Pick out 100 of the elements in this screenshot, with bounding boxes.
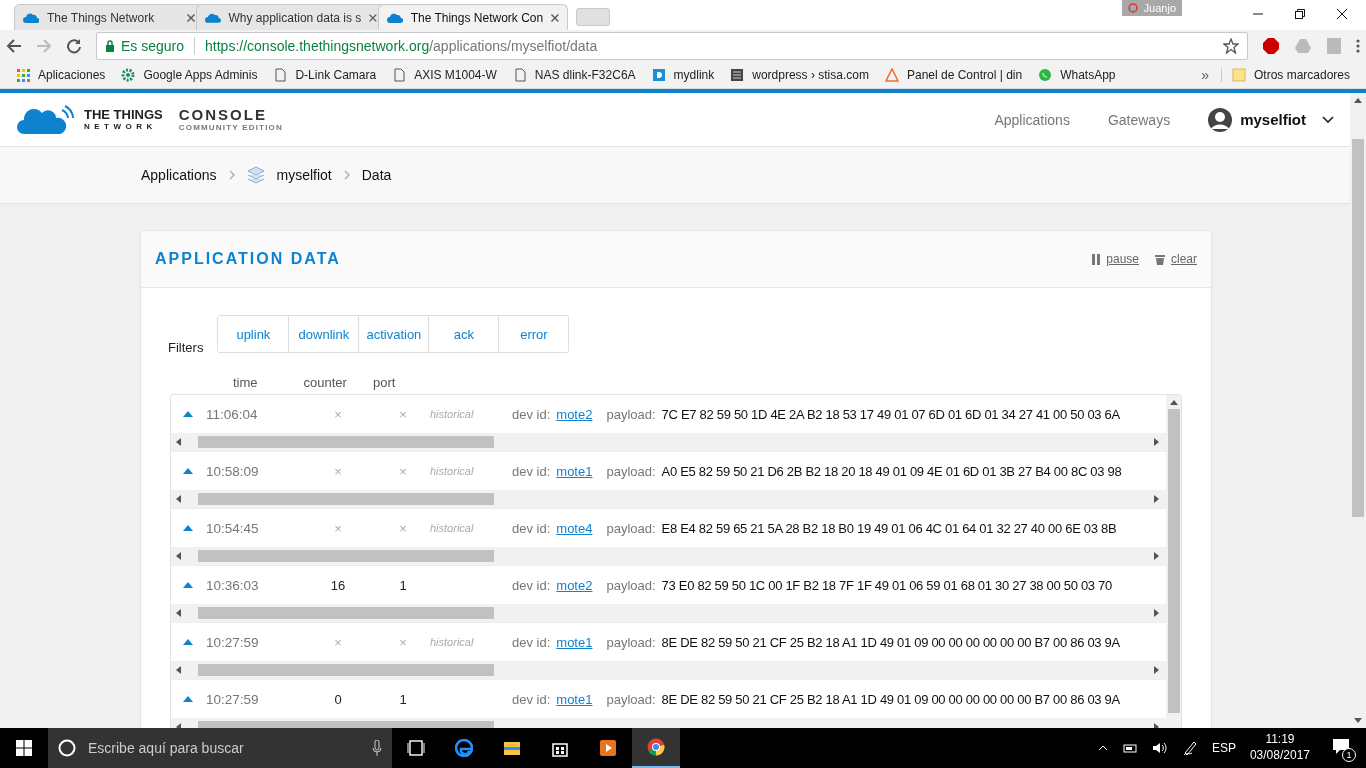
trash-icon (1155, 253, 1165, 265)
bookmark[interactable]: wordpress › stisa.com (724, 68, 875, 82)
scroll-right-icon[interactable] (1154, 495, 1159, 503)
close-icon[interactable] (1336, 8, 1348, 20)
counter-cell-text: 16 (329, 577, 347, 593)
bookmark[interactable]: AXIS M1004-W (386, 68, 503, 82)
device-link[interactable]: mote1 (556, 634, 593, 650)
scroll-left-icon[interactable] (176, 495, 181, 503)
chevron-down-icon[interactable] (1322, 115, 1334, 124)
action-link[interactable]: clear (1171, 252, 1197, 266)
windows-logo-icon[interactable] (16, 740, 32, 756)
address-bar[interactable]: Es seguro https://console.thethingsnetwork.org/applications/myselfiot/data (96, 32, 1248, 60)
speaker-icon[interactable] (1151, 742, 1168, 754)
browser-tab[interactable]: The Things Network Con (378, 4, 568, 30)
chrome-icon[interactable] (647, 738, 665, 756)
scroll-left-icon[interactable] (176, 552, 181, 560)
expand-arrow-icon[interactable] (183, 582, 193, 588)
scroll-right-icon[interactable] (1154, 666, 1159, 674)
edge-icon[interactable] (455, 739, 473, 757)
port-cell-text: × (398, 520, 408, 536)
clock[interactable]: 11:19 03/08/2017 (1249, 732, 1310, 764)
nav-link[interactable]: Gateways (1107, 111, 1171, 128)
bookmark[interactable]: D-Link Camara (267, 68, 383, 82)
bookmark[interactable]: NAS dlink-F32C6A (506, 68, 642, 82)
scroll-left-icon[interactable] (176, 609, 181, 617)
vertical-scrollbar[interactable] (1166, 395, 1181, 728)
device-link[interactable]: mote1 (556, 691, 593, 707)
historical-label: historical (430, 408, 475, 420)
filter-button[interactable]: error (498, 316, 569, 352)
battery-plug-icon[interactable] (1121, 742, 1138, 754)
bookmark[interactable]: Aplicaciones (10, 68, 112, 82)
scroll-up-icon[interactable] (1354, 98, 1362, 103)
star-icon[interactable] (1223, 38, 1239, 54)
breadcrumb-link[interactable]: Applications (141, 167, 217, 183)
port-cell-text: × (398, 406, 408, 422)
user-avatar-icon (1208, 107, 1233, 132)
folder-icon[interactable] (503, 739, 521, 757)
cloud-logo-icon (16, 103, 76, 136)
media-player-icon[interactable] (599, 739, 617, 757)
pen-icon[interactable] (1181, 740, 1198, 756)
more-bookmarks-button[interactable]: » (1193, 67, 1217, 83)
restore-icon[interactable] (1294, 8, 1306, 20)
close-icon[interactable] (187, 13, 195, 22)
horizontal-scrollbar[interactable] (171, 547, 1166, 565)
horizontal-scrollbar[interactable] (171, 490, 1166, 508)
task-view-icon[interactable] (407, 739, 425, 757)
page-icon (512, 68, 527, 82)
device-link[interactable]: mote4 (556, 520, 593, 536)
reload-icon[interactable] (66, 38, 82, 54)
scroll-right-icon[interactable] (1154, 552, 1159, 560)
breadcrumb-link[interactable]: myselfiot (276, 167, 332, 183)
search-bar[interactable]: Escribe aquí para buscar (48, 728, 392, 768)
action-link[interactable]: pause (1106, 252, 1139, 266)
horizontal-scrollbar[interactable] (171, 433, 1166, 451)
brand-name: THE THINGS (84, 108, 163, 121)
horizontal-scrollbar[interactable] (171, 661, 1166, 679)
chevron-right-icon (228, 170, 235, 180)
chevron-up-icon[interactable] (1097, 745, 1108, 751)
close-icon[interactable] (551, 13, 559, 22)
device-link[interactable]: mote1 (556, 463, 593, 479)
scroll-left-icon[interactable] (176, 666, 181, 674)
scroll-right-icon[interactable] (1154, 609, 1159, 617)
scroll-right-icon[interactable] (1154, 438, 1159, 446)
expand-arrow-icon[interactable] (183, 468, 193, 474)
expand-arrow-icon[interactable] (183, 411, 193, 417)
menu-icon[interactable] (1356, 38, 1360, 54)
chevron-right-icon (343, 170, 350, 180)
field-label: dev id: (512, 463, 551, 479)
field-label: payload: (606, 691, 656, 707)
device-link[interactable]: mote2 (556, 577, 593, 593)
bookmark-folder[interactable]: Otros marcadores (1220, 68, 1356, 82)
filters-label: Filters (168, 340, 204, 355)
nav-link[interactable]: Applications (994, 111, 1070, 128)
bookmark[interactable]: Panel de Control | din (878, 68, 1029, 82)
microphone-icon[interactable] (372, 740, 382, 756)
product-name: CONSOLE (178, 107, 268, 122)
scroll-up-icon[interactable] (1169, 400, 1178, 405)
cloud-icon (387, 12, 403, 23)
horizontal-scrollbar[interactable] (171, 604, 1166, 622)
device-link[interactable]: mote2 (556, 406, 593, 422)
back-icon[interactable] (6, 38, 22, 54)
expand-arrow-icon[interactable] (183, 525, 193, 531)
bookmark[interactable]: mydlink (645, 68, 721, 82)
scroll-left-icon[interactable] (176, 438, 181, 446)
counter-cell-text: 0 (333, 691, 343, 707)
bookmark[interactable]: WhatsApp (1032, 68, 1122, 82)
user-menu[interactable]: myselfiot (1240, 111, 1306, 128)
search-field[interactable]: Escribe aquí para buscar (86, 739, 362, 757)
column-header: counter (303, 375, 347, 390)
port-cell-text: 1 (398, 577, 408, 593)
field-label: dev id: (512, 577, 551, 593)
adblock-icon[interactable] (1262, 37, 1280, 55)
bookmark[interactable]: Google Apps Adminis (115, 68, 264, 82)
scroll-down-icon[interactable] (1354, 718, 1362, 723)
d-logo-icon (651, 68, 666, 82)
folder-icon (1231, 68, 1246, 82)
page-icon (273, 68, 288, 82)
expand-arrow-icon[interactable] (183, 639, 193, 645)
language-indicator[interactable]: ESP (1211, 741, 1236, 755)
expand-arrow-icon[interactable] (183, 696, 193, 702)
